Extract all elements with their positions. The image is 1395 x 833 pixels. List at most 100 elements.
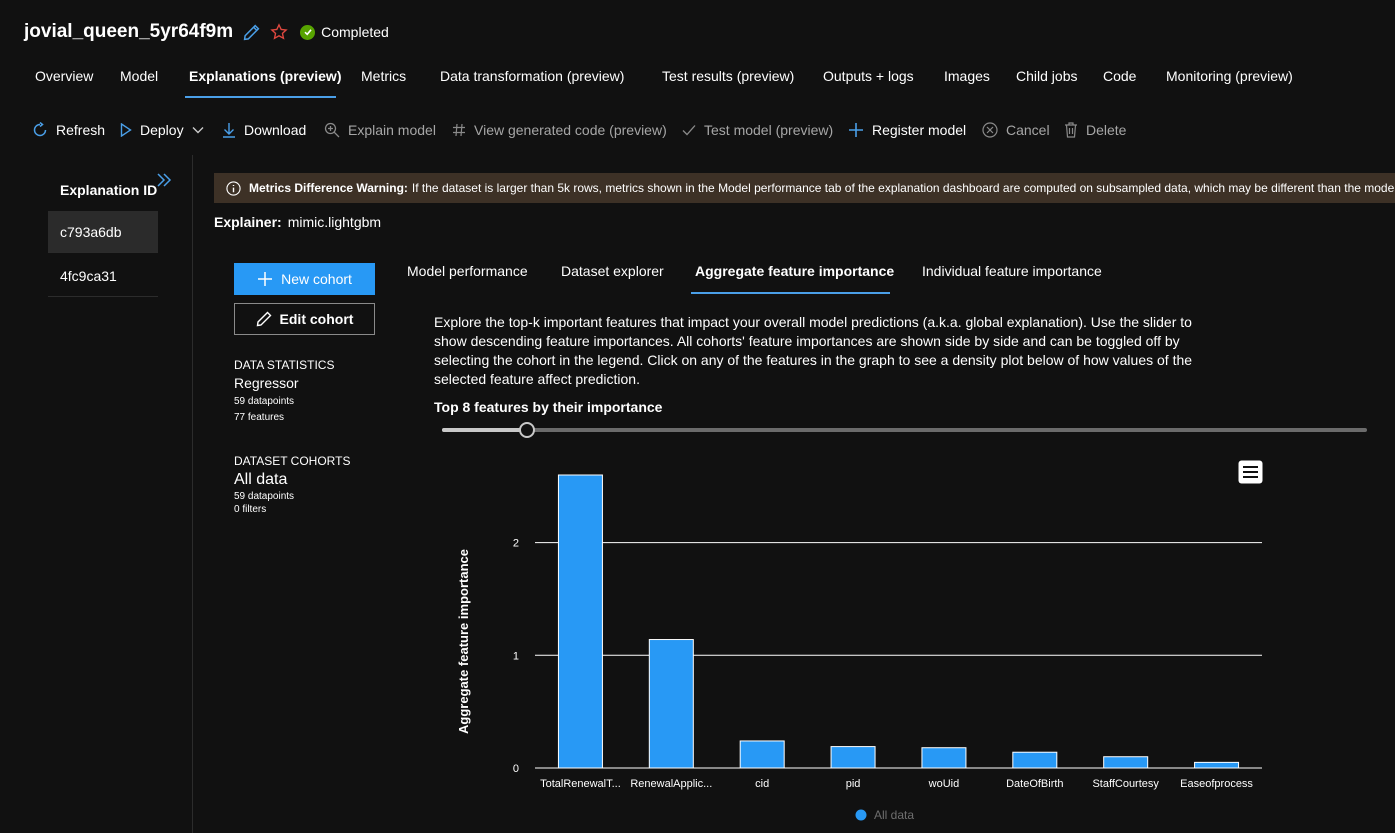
refresh-button[interactable]: Refresh: [32, 117, 105, 143]
info-icon: [226, 180, 241, 196]
plus-icon: [258, 272, 273, 286]
data-statistics-caption: DATA STATISTICS: [234, 358, 335, 372]
dataset-cohorts: DATASET COHORTS All data 59 datapoints 0…: [234, 454, 394, 515]
tab-model-performance[interactable]: Model performance: [407, 263, 528, 279]
edit-cohort-label: Edit cohort: [279, 311, 354, 327]
plus-icon: [849, 123, 863, 137]
x-tick-label: RenewalApplic...: [630, 778, 712, 790]
warning-title: Metrics Difference Warning:: [249, 181, 408, 195]
warning-text: If the dataset is larger than 5k rows, m…: [411, 181, 1395, 195]
bar[interactable]: [830, 746, 876, 769]
test-model-label: Test model (preview): [704, 122, 834, 138]
explanation-id-header: Explanation ID: [60, 182, 158, 198]
cohort-datapoints: 59 datapoints: [234, 491, 295, 502]
tab-aggregate-feature-importance[interactable]: Aggregate feature importance: [695, 263, 894, 279]
view-code-button[interactable]: View generated code (preview): [452, 117, 667, 143]
tab-outputs-logs[interactable]: Outputs + logs: [823, 68, 914, 84]
explainer-label: Explainer:: [214, 214, 282, 230]
active-tab-indicator: [185, 96, 336, 98]
edit-pencil-icon: [256, 311, 272, 327]
explain-model-label: Explain model: [348, 122, 436, 138]
new-cohort-button[interactable]: New cohort: [234, 263, 375, 295]
feature-importance-chart: 0 1 2 Aggregate feature importance TotalRene…: [440, 455, 1280, 833]
top-k-slider[interactable]: [442, 422, 1367, 438]
x-tick-label: StaffCourtesy: [1092, 778, 1159, 790]
deploy-button[interactable]: Deploy: [120, 117, 204, 143]
legend-marker[interactable]: [855, 809, 867, 821]
bar-chart-svg: 0 1 2 Aggregate feature importance TotalRene…: [456, 474, 1262, 822]
cohort-filters: 0 filters: [234, 504, 267, 515]
edit-pencil-icon[interactable]: [243, 24, 260, 41]
search-zoom-icon: [324, 122, 340, 138]
tab-child-jobs[interactable]: Child jobs: [1016, 68, 1077, 84]
chevron-down-icon: [192, 127, 204, 134]
tab-monitoring[interactable]: Monitoring (preview): [1166, 68, 1293, 84]
slider-label: Top 8 features by their importance: [434, 399, 663, 415]
active-inner-tab-indicator: [691, 292, 890, 294]
edit-cohort-button[interactable]: Edit cohort: [234, 303, 375, 335]
metrics-warning-banner: Metrics Difference Warning: If the datas…: [214, 173, 1395, 203]
bar[interactable]: [739, 740, 785, 769]
explain-model-button[interactable]: Explain model: [324, 117, 436, 143]
deploy-label: Deploy: [140, 122, 184, 138]
refresh-icon: [33, 122, 47, 137]
download-label: Download: [244, 122, 307, 138]
checkmark-icon: [682, 125, 696, 136]
y-tick-label: 0: [513, 763, 519, 775]
bar[interactable]: [557, 474, 603, 769]
tab-model[interactable]: Model: [120, 68, 158, 84]
new-cohort-label: New cohort: [281, 271, 352, 287]
bar[interactable]: [921, 747, 967, 769]
bar[interactable]: [648, 639, 694, 769]
favorite-star-icon[interactable]: [270, 23, 288, 41]
explanation-list-panel: Explanation ID c793a6db 4fc9ca31: [0, 155, 193, 833]
feature-importance-description: Explore the top-k important features tha…: [434, 314, 1193, 387]
bar[interactable]: [1194, 761, 1240, 769]
tab-test-results[interactable]: Test results (preview): [662, 68, 794, 84]
register-model-button[interactable]: Register model: [848, 117, 966, 143]
slider-thumb[interactable]: [519, 422, 535, 438]
hash-icon: [453, 123, 465, 137]
trash-icon: [1065, 122, 1077, 138]
tab-images[interactable]: Images: [944, 68, 990, 84]
legend-label[interactable]: All data: [874, 808, 914, 822]
cancel-button[interactable]: Cancel: [982, 117, 1050, 143]
cancel-label: Cancel: [1006, 122, 1050, 138]
double-chevron-right-icon[interactable]: [156, 173, 172, 190]
tab-overview[interactable]: Overview: [35, 68, 93, 84]
download-button[interactable]: Download: [222, 117, 306, 143]
delete-button[interactable]: Delete: [1064, 117, 1126, 143]
y-tick-label: 1: [513, 650, 519, 662]
data-statistics: DATA STATISTICS Regressor 59 datapoints …: [234, 358, 394, 423]
dataset-cohorts-caption: DATASET COHORTS: [234, 454, 351, 468]
view-code-label: View generated code (preview): [474, 122, 667, 138]
play-icon: [120, 123, 132, 137]
explanation-id: c793a6db: [60, 223, 122, 240]
register-model-label: Register model: [872, 122, 967, 138]
tab-explanations[interactable]: Explanations (preview): [189, 68, 341, 84]
slider-fill: [442, 428, 527, 432]
tab-dataset-explorer[interactable]: Dataset explorer: [561, 263, 664, 279]
status-text: Completed: [321, 24, 389, 40]
datapoints-count: 59 datapoints: [234, 396, 295, 407]
refresh-label: Refresh: [56, 122, 106, 138]
x-tick-label: woUid: [928, 778, 960, 790]
tab-metrics[interactable]: Metrics: [361, 68, 406, 84]
bar[interactable]: [1012, 751, 1058, 769]
bar[interactable]: [1103, 756, 1149, 769]
explainer-info: Explainer: mimic.lightgbm: [214, 214, 381, 230]
download-icon: [223, 123, 235, 138]
model-type: Regressor: [234, 375, 299, 391]
explanation-row[interactable]: c793a6db: [48, 211, 158, 253]
explanation-row[interactable]: 4fc9ca31: [48, 255, 158, 297]
test-model-button[interactable]: Test model (preview): [682, 117, 833, 143]
cohort-name: All data: [234, 471, 288, 488]
features-count: 77 features: [234, 412, 285, 423]
x-tick-label: TotalRenewalT...: [540, 778, 621, 790]
cancel-circle-icon: [982, 122, 998, 138]
tab-data-transformation[interactable]: Data transformation (preview): [440, 68, 624, 84]
tab-individual-feature-importance[interactable]: Individual feature importance: [922, 263, 1102, 279]
delete-label: Delete: [1086, 122, 1127, 138]
main-tabs: Overview Model Explanations (preview) Me…: [0, 58, 1395, 100]
tab-code[interactable]: Code: [1103, 68, 1136, 84]
